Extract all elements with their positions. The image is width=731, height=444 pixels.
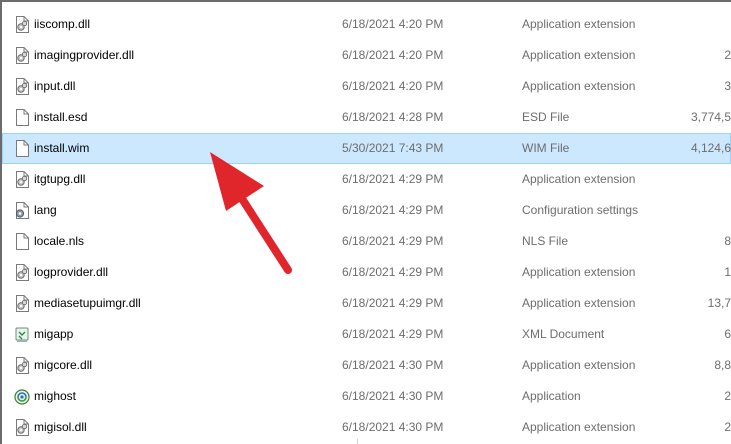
dll-file-icon <box>13 77 31 96</box>
file-name: migcore.dll <box>34 358 93 372</box>
blank-file-icon <box>13 232 31 251</box>
file-size: 3,774,5 <box>690 110 731 124</box>
file-date-modified: 6/18/2021 4:30 PM <box>342 358 444 372</box>
file-date-modified: 6/18/2021 4:30 PM <box>342 389 444 403</box>
blank-file-icon <box>13 139 31 158</box>
file-row[interactable]: mighost 6/18/2021 4:30 PM Application 2 <box>2 381 731 412</box>
file-size: 6 <box>724 327 731 341</box>
xml-file-icon <box>13 325 31 344</box>
file-date-modified: 6/18/2021 4:29 PM <box>342 265 444 279</box>
file-list: iiscomp.dll 6/18/2021 4:20 PM Application … <box>2 9 731 443</box>
file-type: Application <box>522 389 581 403</box>
file-size: 2 <box>724 389 731 403</box>
file-explorer-view: iiscomp.dll 6/18/2021 4:20 PM Application … <box>0 0 731 444</box>
file-name: install.esd <box>34 110 88 124</box>
blank-file-icon <box>13 108 31 127</box>
file-type: XML Document <box>522 327 605 341</box>
file-type: ESD File <box>522 110 570 124</box>
file-type: Application extension <box>522 17 636 31</box>
application-icon <box>13 387 31 406</box>
file-date-modified: 6/18/2021 4:29 PM <box>342 234 444 248</box>
file-name: imagingprovider.dll <box>34 48 135 62</box>
column-separator-mark <box>357 439 358 444</box>
file-row[interactable]: logprovider.dll 6/18/2021 4:29 PM Applicat… <box>2 257 731 288</box>
dll-file-icon <box>13 418 31 437</box>
file-name: migapp <box>34 327 74 341</box>
file-type: Application extension <box>522 172 636 186</box>
file-size: 8 <box>724 234 731 248</box>
dll-file-icon <box>13 294 31 313</box>
file-date-modified: 6/18/2021 4:28 PM <box>342 110 444 124</box>
file-name: locale.nls <box>34 234 85 248</box>
file-row[interactable]: mediasetupuimgr.dll 6/18/2021 4:29 PM Appl… <box>2 288 731 319</box>
file-row[interactable]: install.esd 6/18/2021 4:28 PM ESD File 3,77… <box>2 102 731 133</box>
file-type: NLS File <box>522 234 569 248</box>
file-date-modified: 6/18/2021 4:29 PM <box>342 296 444 310</box>
file-type: Application extension <box>522 79 636 93</box>
file-size: 3 <box>724 79 731 93</box>
file-row[interactable]: input.dll 6/18/2021 4:20 PM Application ex… <box>2 71 731 102</box>
file-row[interactable]: imagingprovider.dll 6/18/2021 4:20 PM Appl… <box>2 40 731 71</box>
file-name: lang <box>34 203 57 217</box>
file-name: logprovider.dll <box>34 265 109 279</box>
file-row[interactable]: migapp 6/18/2021 4:29 PM XML Document 6 <box>2 319 731 350</box>
file-name: itgtupg.dll <box>34 172 86 186</box>
dll-file-icon <box>13 46 31 65</box>
file-date-modified: 6/18/2021 4:29 PM <box>342 203 444 217</box>
file-row[interactable]: iiscomp.dll 6/18/2021 4:20 PM Application … <box>2 9 731 40</box>
file-size: 8,8 <box>714 358 731 372</box>
file-date-modified: 6/18/2021 4:30 PM <box>342 420 444 434</box>
file-size: 2 <box>724 420 731 434</box>
file-type: Application extension <box>522 296 636 310</box>
file-date-modified: 5/30/2021 7:43 PM <box>342 141 444 155</box>
file-name: mighost <box>34 389 77 403</box>
file-size: 13,7 <box>707 296 731 310</box>
dll-file-icon <box>13 263 31 282</box>
file-name: migisol.dll <box>34 420 87 434</box>
file-name: mediasetupuimgr.dll <box>34 296 141 310</box>
dll-file-icon <box>13 356 31 375</box>
file-date-modified: 6/18/2021 4:20 PM <box>342 79 444 93</box>
file-date-modified: 6/18/2021 4:20 PM <box>342 48 444 62</box>
window-border-top <box>0 0 731 2</box>
settings-file-icon <box>13 201 31 220</box>
file-row[interactable]: migisol.dll 6/18/2021 4:30 PM Application … <box>2 412 731 443</box>
file-type: Configuration settings <box>522 203 639 217</box>
file-type: Application extension <box>522 358 636 372</box>
file-size: 2 <box>724 48 731 62</box>
file-name: install.wim <box>34 141 90 155</box>
file-row[interactable]: locale.nls 6/18/2021 4:29 PM NLS File 8 <box>2 226 731 257</box>
file-name: input.dll <box>34 79 76 93</box>
file-type: Application extension <box>522 265 636 279</box>
dll-file-icon <box>13 15 31 34</box>
dll-file-icon <box>13 170 31 189</box>
file-type: WIM File <box>522 141 570 155</box>
file-date-modified: 6/18/2021 4:29 PM <box>342 172 444 186</box>
file-type: Application extension <box>522 48 636 62</box>
file-name: iiscomp.dll <box>34 17 91 31</box>
file-row[interactable]: lang 6/18/2021 4:29 PM Configuration setti… <box>2 195 731 226</box>
file-row[interactable]: migcore.dll 6/18/2021 4:30 PM Application … <box>2 350 731 381</box>
file-size: 1 <box>724 265 731 279</box>
file-size: 4,124,6 <box>690 141 731 155</box>
file-date-modified: 6/18/2021 4:20 PM <box>342 17 444 31</box>
file-date-modified: 6/18/2021 4:29 PM <box>342 327 444 341</box>
file-type: Application extension <box>522 420 636 434</box>
file-row[interactable]: itgtupg.dll 6/18/2021 4:29 PM Application … <box>2 164 731 195</box>
file-row-selected[interactable]: install.wim 5/30/2021 7:43 PM WIM File 4,12… <box>2 133 731 164</box>
